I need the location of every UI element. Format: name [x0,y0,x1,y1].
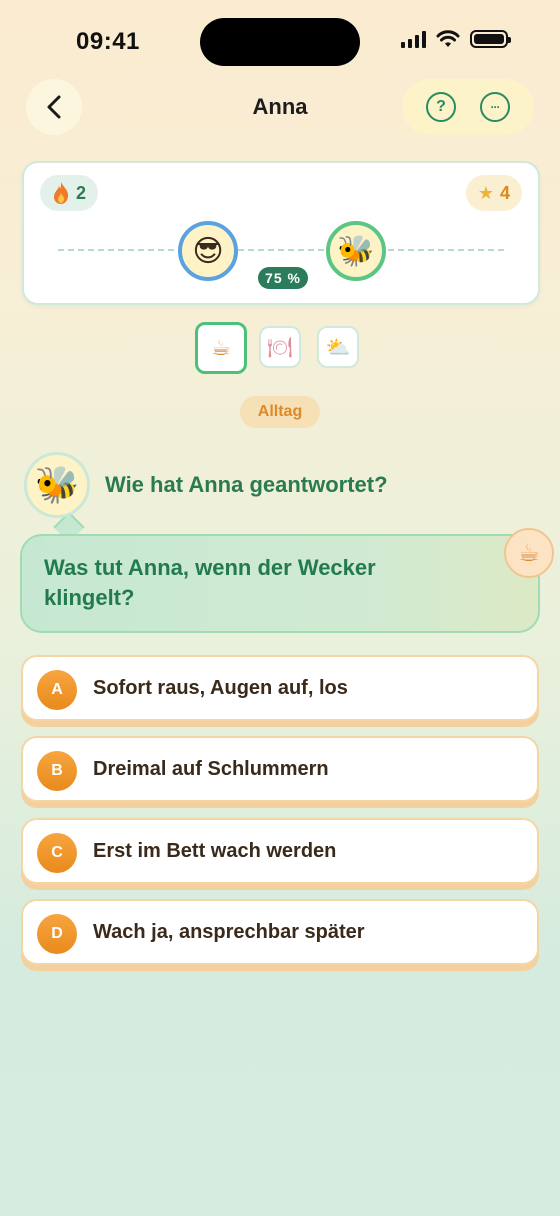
help-button[interactable]: ? [426,92,456,122]
question-mark-icon: ? [436,98,446,115]
category-weather[interactable]: ⛅ [317,326,359,368]
avatar-partner: 🐝 [326,221,386,281]
battery-icon [470,30,511,48]
star-icon: ★ [477,182,494,203]
more-button[interactable]: ··· [480,92,510,122]
question-category-badge: ☕ [504,528,554,578]
flame-icon [54,182,69,204]
answer-option-c[interactable]: C Erst im Bett wach werden [21,818,539,884]
option-letter: C [37,833,77,873]
answer-option-a[interactable]: A Sofort raus, Augen auf, los [21,655,539,721]
option-text: Wach ja, ansprechbar später [93,921,365,943]
bee-icon: 🐝 [337,234,375,268]
avatar-me: 😎 [178,221,238,281]
option-text: Dreimal auf Schlummern [93,758,329,780]
sunglasses-face-icon: 😎 [192,234,224,268]
answer-option-b[interactable]: B Dreimal auf Schlummern [21,736,539,802]
category-dining[interactable]: 🍽 [259,326,301,368]
question-heading: Wie hat Anna geantwortet? [105,472,388,497]
progress-percent-badge: 75 % [258,267,308,289]
category-coffee[interactable]: ☕ [195,322,247,374]
bee-icon: 🐝 [34,464,80,505]
dining-icon: 🍽 [267,336,293,359]
option-text: Erst im Bett wach werden [93,840,337,862]
cellular-signal-icon [401,30,426,48]
question-avatar: 🐝 [24,452,90,518]
progress-track [58,249,504,251]
header-actions: ? ··· [402,79,534,135]
answer-option-d[interactable]: D Wach ja, ansprechbar später [21,899,539,965]
option-letter: A [37,670,77,710]
status-bar: 09:41 [0,0,560,84]
option-letter: B [37,751,77,791]
progress-card: 2 ★ 4 😎 🐝 75 % [22,161,540,305]
more-dots-icon: ··· [490,100,501,114]
stars-badge: ★ 4 [465,175,522,211]
weather-card-icon: ⛅ [325,336,351,359]
option-text: Sofort raus, Augen auf, los [93,677,348,699]
status-icons [401,30,511,48]
question-text: Was tut Anna, wenn der Wecker klingelt? [44,555,376,610]
option-letter: D [37,914,77,954]
streak-count: 2 [76,182,87,203]
status-time: 09:41 [76,28,140,55]
stars-count: 4 [499,182,510,203]
coffee-icon: ☕ [518,539,540,567]
coffee-icon: ☕ [211,335,231,360]
dynamic-island [200,18,360,66]
wifi-icon [436,30,460,47]
streak-badge: 2 [40,175,99,211]
category-chip: Alltag [240,396,320,428]
